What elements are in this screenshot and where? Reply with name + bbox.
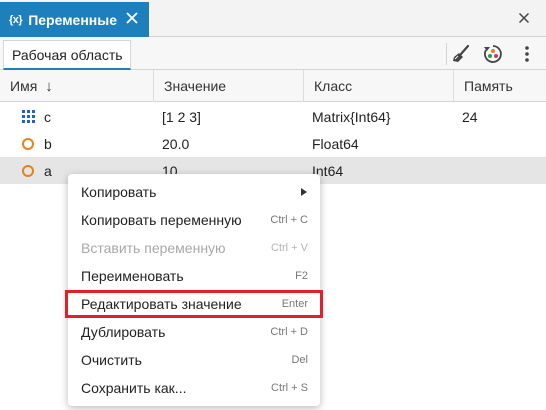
table-header: Имя ↓ Значение Класс Память (0, 70, 546, 102)
menu-item-label: Копировать переменную (81, 212, 242, 228)
toolbar-divider (446, 43, 447, 65)
menu-item-copy-variable[interactable]: Копировать переменную Ctrl + C (68, 206, 320, 234)
variable-name: b (44, 135, 52, 152)
menu-item-shortcut: Ctrl + D (270, 326, 308, 338)
panel-close-icon[interactable] (518, 12, 530, 24)
column-header-memory[interactable]: Память (454, 70, 546, 102)
menu-item-shortcut: Ctrl + S (271, 382, 308, 394)
matrix-icon (20, 103, 36, 130)
menu-item-label: Редактировать значение (81, 296, 242, 312)
menu-item-paste-variable: Вставить переменную Ctrl + V (68, 234, 320, 262)
menu-item-shortcut: F2 (295, 270, 308, 282)
panel-titlebar: {x} Переменные (0, 0, 546, 37)
menu-item-shortcut: Enter (281, 298, 308, 310)
column-header-value[interactable]: Значение (154, 70, 304, 102)
menu-item-save-as[interactable]: Сохранить как... Ctrl + S (68, 374, 320, 402)
menu-item-duplicate[interactable]: Дублировать Ctrl + D (68, 318, 320, 346)
sort-down-icon: ↓ (45, 77, 53, 95)
menu-item-shortcut: Del (291, 354, 308, 366)
panel-title: Переменные (28, 11, 117, 28)
menu-item-label: Копировать (81, 184, 157, 200)
scalar-icon (20, 157, 36, 184)
menu-item-rename[interactable]: Переименовать F2 (68, 262, 320, 290)
menu-item-clear[interactable]: Очистить Del (68, 346, 320, 374)
column-header-class[interactable]: Класс (304, 70, 454, 102)
variable-memory: 24 (462, 108, 478, 125)
menu-item-label: Переименовать (81, 268, 184, 284)
clear-brush-icon[interactable] (450, 43, 472, 65)
menu-item-label: Очистить (81, 352, 142, 368)
variable-class: Float64 (312, 135, 359, 152)
variables-panel-tab[interactable]: {x} Переменные (0, 2, 149, 37)
column-header-label: Память (464, 78, 513, 94)
menu-item-label: Дублировать (81, 324, 166, 340)
tab-workspace[interactable]: Рабочая область (3, 40, 131, 70)
refresh-graph-icon[interactable] (482, 43, 504, 65)
menu-item-edit-value[interactable]: Редактировать значение Enter (65, 290, 323, 318)
column-header-label: Класс (314, 78, 353, 94)
scalar-icon (20, 130, 36, 157)
table-row[interactable]: b 20.0 Float64 (0, 130, 546, 157)
more-options-icon[interactable] (516, 43, 538, 65)
context-menu: Копировать Копировать переменную Ctrl + … (65, 174, 323, 406)
column-header-label: Значение (164, 78, 227, 94)
menu-item-copy[interactable]: Копировать (68, 178, 320, 206)
variable-value: [1 2 3] (162, 108, 201, 125)
menu-item-label: Вставить переменную (81, 240, 226, 256)
variable-class: Matrix{Int64} (312, 108, 391, 125)
table-row[interactable]: c [1 2 3] Matrix{Int64} 24 (0, 103, 546, 130)
column-header-label: Имя (10, 78, 38, 94)
workspace-toolbar: Рабочая область (0, 37, 546, 70)
column-header-name[interactable]: Имя ↓ (0, 70, 154, 102)
menu-item-shortcut: Ctrl + C (270, 214, 308, 226)
variable-name: c (44, 108, 51, 125)
close-icon[interactable] (125, 11, 139, 25)
menu-item-shortcut: Ctrl + V (271, 242, 308, 254)
menu-item-label: Сохранить как... (81, 380, 187, 396)
variable-name: a (44, 162, 52, 179)
variables-icon: {x} (9, 13, 23, 26)
variable-value: 20.0 (162, 135, 190, 152)
submenu-arrow-icon (301, 188, 307, 196)
